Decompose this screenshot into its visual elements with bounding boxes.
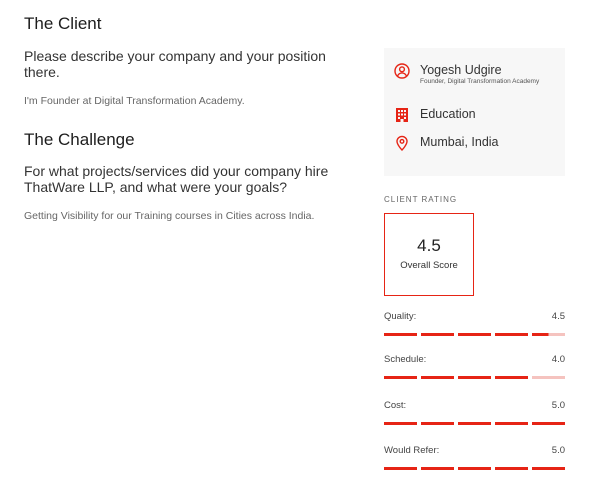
metric-value: 5.0 [551, 445, 565, 456]
rating-bar-segment [384, 467, 417, 470]
metric-name: Would Refer: [384, 445, 440, 456]
person-icon [394, 63, 410, 79]
overall-score-value: 4.5 [417, 236, 441, 255]
rating-bar-segment [532, 467, 565, 470]
metric-value: 4.0 [551, 354, 565, 365]
client-industry: Education [420, 107, 476, 121]
rating-bar-segment [458, 333, 491, 336]
building-icon [394, 107, 410, 123]
rating-metric-would-refer: Would Refer: 5.0 [384, 445, 565, 477]
rating-bar-segment [495, 467, 528, 470]
client-rating-label: CLIENT RATING [384, 195, 458, 204]
client-section-title: The Client [24, 14, 102, 33]
client-industry-row: Education [394, 107, 476, 123]
rating-metric-cost: Cost: 5.0 [384, 400, 565, 432]
rating-bar-segment [384, 376, 417, 379]
rating-bar-segment [458, 422, 491, 425]
rating-bar-segment [532, 333, 565, 336]
metric-name: Cost: [384, 400, 407, 411]
metric-value: 4.5 [551, 311, 565, 322]
rating-metric-quality: Quality: 4.5 [384, 311, 565, 343]
rating-bar-segment [421, 422, 454, 425]
challenge-question: For what projects/services did your comp… [24, 163, 329, 195]
client-name: Yogesh Udgire [420, 63, 502, 77]
metric-name: Schedule: [384, 354, 427, 365]
rating-bar-segment [384, 422, 417, 425]
client-location-row: Mumbai, India [394, 135, 499, 151]
client-position: Founder, Digital Transformation Academy [420, 78, 540, 85]
client-person-row: Yogesh Udgire Founder, Digital Transform… [394, 63, 540, 85]
rating-bar-segment [421, 333, 454, 336]
rating-metric-schedule: Schedule: 4.0 [384, 354, 565, 386]
location-pin-icon [394, 135, 410, 151]
challenge-answer: Getting Visibility for our Training cour… [24, 210, 315, 222]
client-location: Mumbai, India [420, 135, 499, 149]
overall-score-caption: Overall Score [400, 260, 458, 271]
rating-bar-segment [532, 422, 565, 425]
rating-bar-segment [421, 467, 454, 470]
metric-name: Quality: [384, 311, 417, 322]
client-question: Please describe your company and your po… [24, 48, 326, 80]
metric-bars [384, 422, 565, 425]
client-info-card: Yogesh Udgire Founder, Digital Transform… [384, 48, 565, 176]
rating-bar-segment [495, 422, 528, 425]
metric-bars [384, 333, 565, 336]
rating-bar-segment [421, 376, 454, 379]
metric-bars [384, 467, 565, 470]
metric-value: 5.0 [551, 400, 565, 411]
challenge-section-title: The Challenge [24, 130, 135, 149]
client-answer: I'm Founder at Digital Transformation Ac… [24, 95, 245, 107]
metric-bars [384, 376, 565, 379]
rating-bar-segment [458, 467, 491, 470]
rating-bar-segment [384, 333, 417, 336]
rating-bar-segment [532, 376, 565, 379]
overall-score-box: 4.5 Overall Score [384, 213, 474, 296]
rating-bar-segment [495, 333, 528, 336]
rating-bar-segment [495, 376, 528, 379]
rating-bar-segment [458, 376, 491, 379]
